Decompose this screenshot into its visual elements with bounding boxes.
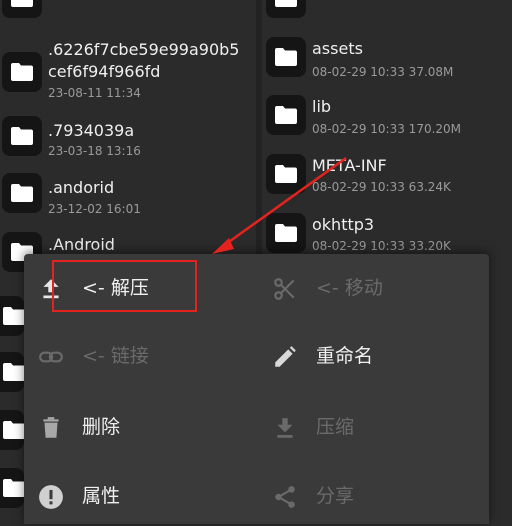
annotation-arrow: [212, 156, 347, 254]
